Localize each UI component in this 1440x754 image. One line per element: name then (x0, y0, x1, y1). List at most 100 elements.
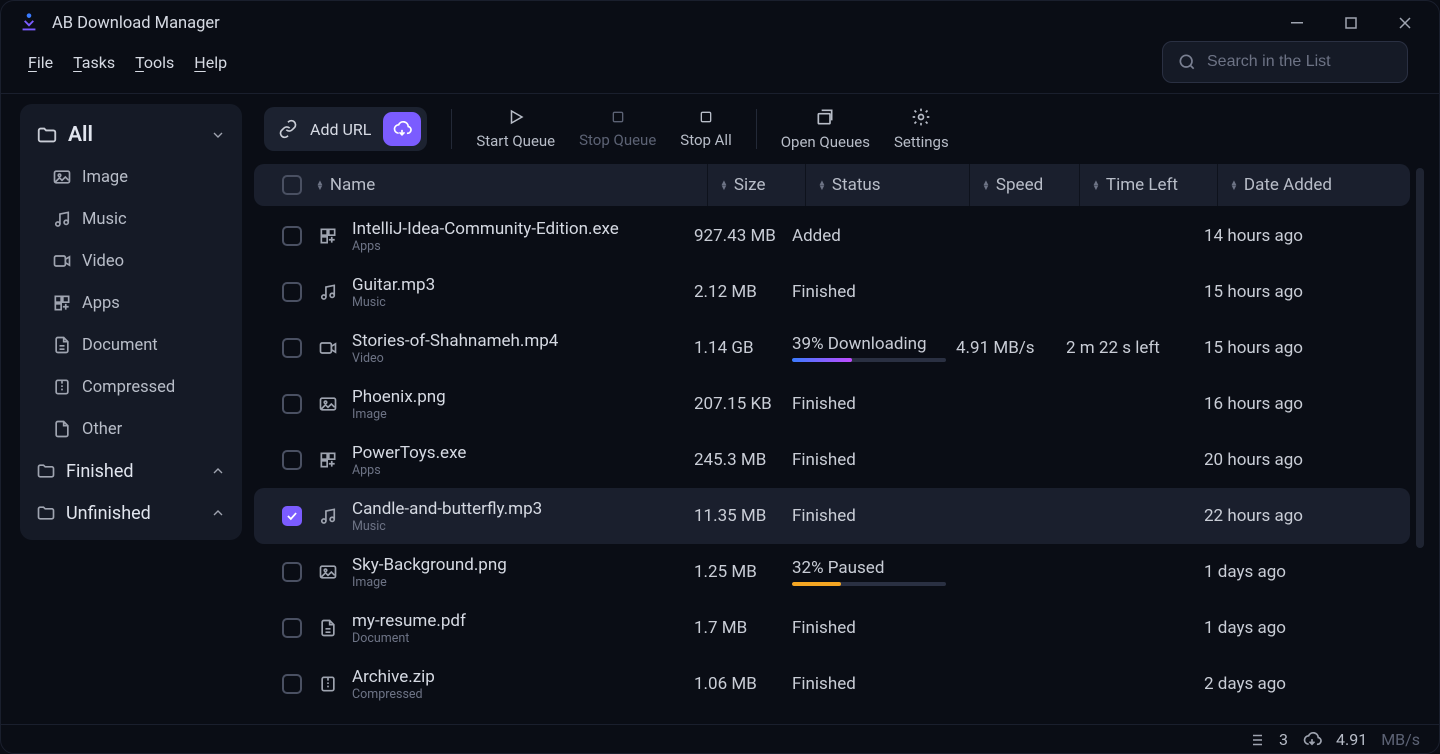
table-row[interactable]: PowerToys.exeApps245.3 MBFinished20 hour… (254, 432, 1410, 488)
music-icon (316, 280, 340, 304)
table-row[interactable]: Sky-Background.pngImage1.25 MB32% Paused… (254, 544, 1410, 600)
row-checkbox[interactable] (282, 450, 302, 470)
file-size: 1.06 MB (694, 674, 792, 694)
list-icon (1247, 731, 1265, 749)
image-icon (316, 560, 340, 584)
image-icon (316, 392, 340, 416)
status-text: Finished (792, 506, 856, 526)
file-date: 15 hours ago (1204, 338, 1303, 358)
file-date: 15 hours ago (1204, 282, 1303, 302)
statusbar: 3 4.91 MB/s (0, 724, 1440, 754)
stop-all-button[interactable]: Stop All (680, 109, 731, 149)
row-checkbox[interactable] (282, 506, 302, 526)
file-size: 1.14 GB (694, 338, 792, 358)
column-speed[interactable]: ▲▼Speed (970, 164, 1080, 206)
row-checkbox[interactable] (282, 394, 302, 414)
scrollbar[interactable] (1416, 168, 1426, 698)
close-button[interactable] (1382, 7, 1428, 39)
sidebar-item-image[interactable]: Image (42, 156, 236, 198)
add-url-button[interactable]: Add URL (264, 107, 427, 151)
sidebar-item-document[interactable]: Document (42, 324, 236, 366)
column-status[interactable]: ▲▼Status (806, 164, 970, 206)
table-row[interactable]: my-resume.pdfDocument1.7 MBFinished1 day… (254, 600, 1410, 656)
menu-help[interactable]: Help (194, 53, 227, 72)
sidebar-item-label: Document (82, 336, 158, 355)
table-row[interactable]: Phoenix.pngImage207.15 KBFinished16 hour… (254, 376, 1410, 432)
minimize-button[interactable] (1274, 7, 1320, 39)
file-size: 245.3 MB (694, 450, 792, 470)
open-queues-button[interactable]: Open Queues (781, 107, 870, 151)
folder-icon (36, 124, 58, 146)
table-row[interactable]: Stories-of-Shahnameh.mp4Video1.14 GB39% … (254, 320, 1410, 376)
video-icon (316, 336, 340, 360)
table-row[interactable]: Guitar.mp3Music2.12 MBFinished15 hours a… (254, 264, 1410, 320)
settings-button[interactable]: Settings (894, 107, 949, 151)
file-speed: 4.91 MB/s (956, 338, 1066, 358)
file-category: Apps (352, 239, 619, 254)
file-size: 1.25 MB (694, 562, 792, 582)
menu-file[interactable]: File (28, 53, 53, 72)
sidebar-item-other[interactable]: Other (42, 408, 236, 450)
file-date: 2 days ago (1204, 674, 1286, 694)
file-date: 22 hours ago (1204, 506, 1303, 526)
status-unit: MB/s (1381, 730, 1420, 749)
sidebar-item-apps[interactable]: Apps (42, 282, 236, 324)
chevron-up-icon (210, 505, 226, 521)
file-size: 2.12 MB (694, 282, 792, 302)
status-text: 32% Paused (792, 558, 946, 578)
stop-queue-button[interactable]: Stop Queue (579, 109, 656, 149)
menu-tasks[interactable]: Tasks (73, 53, 115, 72)
column-size[interactable]: ▲▼Size (708, 164, 806, 206)
sidebar-item-video[interactable]: Video (42, 240, 236, 282)
sidebar-item-label: Music (82, 210, 127, 229)
row-checkbox[interactable] (282, 674, 302, 694)
status-text: Finished (792, 674, 856, 694)
row-checkbox[interactable] (282, 338, 302, 358)
sidebar-item-label: Compressed (82, 378, 175, 397)
row-checkbox[interactable] (282, 282, 302, 302)
other-icon (52, 419, 72, 439)
folder-icon (36, 503, 56, 523)
column-name[interactable]: ▲▼Name (316, 164, 708, 206)
music-icon (316, 504, 340, 528)
sidebar-item-compressed[interactable]: Compressed (42, 366, 236, 408)
status-text: Finished (792, 618, 856, 638)
sidebar-item-finished[interactable]: Finished (26, 450, 236, 492)
file-category: Image (352, 575, 507, 590)
table-row[interactable]: IntelliJ-Idea-Community-Edition.exeApps9… (254, 208, 1410, 264)
file-category: Image (352, 407, 446, 422)
row-checkbox[interactable] (282, 562, 302, 582)
file-date: 1 days ago (1204, 618, 1286, 638)
maximize-button[interactable] (1328, 7, 1374, 39)
sidebar-item-music[interactable]: Music (42, 198, 236, 240)
sidebar-item-label: Video (82, 252, 124, 271)
image-icon (52, 167, 72, 187)
menu-tools[interactable]: Tools (135, 53, 174, 72)
file-size: 207.15 KB (694, 394, 792, 414)
apps-icon (316, 224, 340, 248)
sidebar-item-unfinished[interactable]: Unfinished (26, 492, 236, 534)
search-input-wrap[interactable] (1162, 41, 1408, 83)
column-timeleft[interactable]: ▲▼Time Left (1080, 164, 1218, 206)
table-row[interactable]: Candle-and-butterfly.mp3Music11.35 MBFin… (254, 488, 1410, 544)
column-date[interactable]: ▲▼Date Added (1218, 164, 1344, 206)
sidebar-unfinished-label: Unfinished (66, 503, 151, 524)
sidebar-item-all[interactable]: All (26, 114, 236, 156)
titlebar: AB Download Manager (0, 0, 1440, 46)
sidebar-item-label: Apps (82, 294, 120, 313)
sidebar-finished-label: Finished (66, 461, 134, 482)
table-row[interactable]: Archive.zipCompressed1.06 MBFinished2 da… (254, 656, 1410, 712)
file-category: Music (352, 295, 435, 310)
search-input[interactable] (1207, 53, 1414, 71)
header-checkbox[interactable] (282, 175, 302, 195)
add-url-label: Add URL (310, 120, 371, 139)
row-checkbox[interactable] (282, 226, 302, 246)
start-queue-button[interactable]: Start Queue (476, 108, 555, 150)
file-category: Music (352, 519, 542, 534)
table-header: ▲▼Name ▲▼Size ▲▼Status ▲▼Speed ▲▼Time Le… (254, 164, 1410, 206)
file-name: Guitar.mp3 (352, 275, 435, 295)
window-title: AB Download Manager (52, 14, 220, 33)
row-checkbox[interactable] (282, 618, 302, 638)
file-category: Document (352, 631, 466, 646)
file-name: Candle-and-butterfly.mp3 (352, 499, 542, 519)
